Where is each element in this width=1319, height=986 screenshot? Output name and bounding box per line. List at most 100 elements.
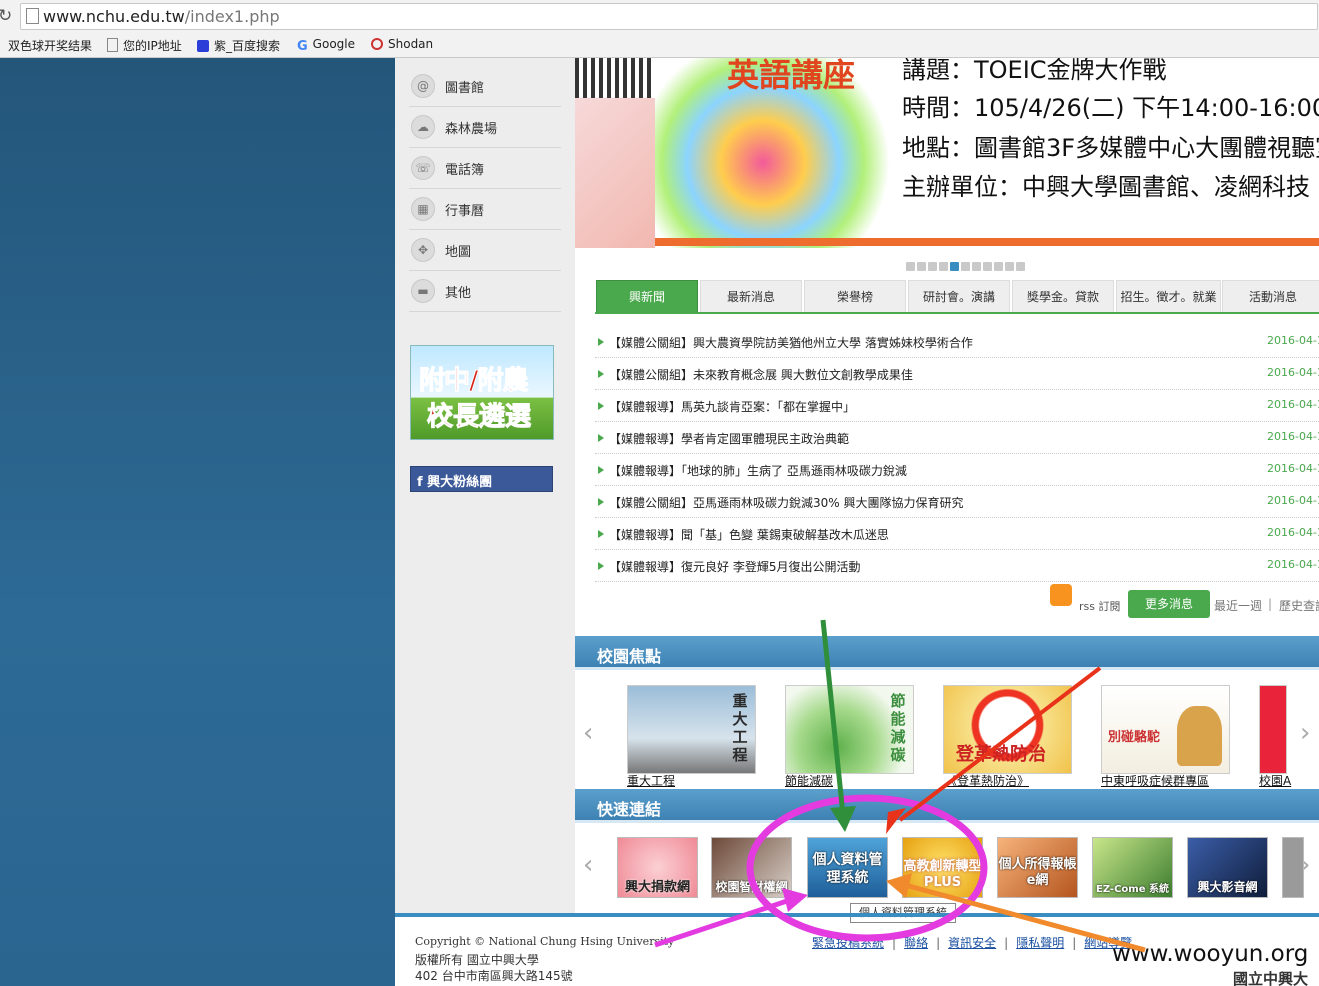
focus-item-partial[interactable] [1259,685,1287,774]
at-icon: @ [411,74,435,98]
quick-link-donation[interactable]: 興大捐款網 [617,837,698,898]
tab-scholarships[interactable]: 獎學金。貸款 [1012,280,1114,314]
tab-honors[interactable]: 榮譽榜 [804,280,906,314]
quick-link-ip[interactable]: 校園智財權網 [711,837,792,898]
sidebar-item-forest[interactable]: ☁ 森林農場 [409,107,561,148]
news-item[interactable]: 【媒體公關組】未來教育概念展 興大數位文創教學成果佳 2016-04-1 [595,358,1319,390]
footer-address: 402 台中市南區興大路145號 [415,969,573,983]
focus-item-mers[interactable]: 別碰駱駝 [1101,685,1230,774]
focus-item-construction[interactable]: 重大工程 [627,685,756,774]
camel-image [1177,706,1222,766]
carousel-dot[interactable] [917,262,926,271]
chevron-left-icon[interactable]: ‹ [583,850,593,880]
sidebar-item-label: 圖書館 [445,81,485,96]
focus-caption[interactable]: 中東呼吸症候群專區 [1101,772,1209,789]
chevron-right-icon[interactable]: › [1300,718,1310,748]
news-item[interactable]: 【媒體報導】復元良好 李登輝5月復出公開活動 2016-04-1 [595,550,1319,582]
carousel-dot[interactable] [928,262,937,271]
focus-caption[interactable]: 校園A [1259,772,1291,789]
footer-copyright: Copyright © National Chung Hsing Univers… [415,935,675,948]
tab-seminars[interactable]: 研討會。演講 [908,280,1010,314]
bullet-icon [598,338,604,346]
footer-link[interactable]: 資訊安全 [948,936,996,950]
chevron-left-icon[interactable]: ‹ [583,718,593,748]
reload-icon[interactable]: ↻ [0,6,12,26]
bookmark-item[interactable]: 您的IP地址 [107,37,182,54]
news-item[interactable]: 【媒體報導】「地球的肺」生病了 亞馬遜雨林吸碳力銳減 2016-04-1 [595,454,1319,486]
news-item[interactable]: 【媒體公關組】亞馬遜雨林吸碳力銳減30% 興大團隊協力保育研究 2016-04-1 [595,486,1319,518]
bookmark-item[interactable]: 双色球开奖结果 [8,37,92,54]
quick-link-partial[interactable] [1282,837,1304,898]
page-icon [107,38,118,52]
rss-icon[interactable] [1050,584,1072,606]
recent-week-link[interactable]: 最近一週 [1214,597,1262,614]
news-item[interactable]: 【媒體公關組】興大農資學院訪美猶他州立大學 落實姊妹校學術合作 2016-04-1 [595,326,1319,358]
more-news-button[interactable]: 更多消息 [1128,590,1210,618]
quick-link-ezcome[interactable]: EZ-Come 系統 [1092,837,1173,898]
focus-caption[interactable]: 節能減碳 [785,772,833,789]
quick-link-plus[interactable]: 高教創新轉型PLUS [902,837,983,898]
page-background [0,58,395,986]
sidebar-item-label: 地圖 [445,245,472,260]
bookmark-item[interactable]: Shodan [371,37,433,51]
banner-decoration [575,98,655,248]
banner-time: 時間：105/4/26(二) 下午14:00-16:00 [902,94,1319,122]
carousel-dot[interactable] [950,262,959,271]
history-link[interactable]: 歷史查詢 [1279,597,1319,614]
quick-link-personal-data[interactable]: 個人資料管理系統 [807,837,888,898]
carousel-dot[interactable] [906,262,915,271]
carousel-dot[interactable] [972,262,981,271]
carousel-dot[interactable] [1005,262,1014,271]
quick-link-video[interactable]: 興大影音網 [1187,837,1268,898]
sidebar-item-other[interactable]: ▬ 其他 [409,271,561,312]
banner-line-1: 附中/附農 [419,366,529,397]
news-list: 【媒體公關組】興大農資學院訪美猶他州立大學 落實姊妹校學術合作 2016-04-1… [595,326,1319,582]
address-bar: ↻ www.nchu.edu.tw/index1.php [0,0,1319,33]
focus-item-energy[interactable]: 節能減碳 [785,685,914,774]
bookmark-item[interactable]: G Google [297,37,355,54]
separator: | [1268,597,1273,611]
sidebar-item-phonebook[interactable]: ☏ 電話簿 [409,148,561,189]
sidebar-item-label: 森林農場 [445,122,498,137]
page-content: @ 圖書館 ☁ 森林農場 ☏ 電話簿 ▦ 行事曆 ✥ 地圖 ▬ 其他 附中/附農 校長遴選 … [395,58,1319,986]
move-icon: ✥ [411,238,435,262]
facebook-fans-button[interactable]: f 興大粉絲團 [410,466,553,492]
tab-events[interactable]: 活動消息 [1222,280,1319,314]
focus-caption[interactable]: 重大工程 [627,772,675,789]
bullet-icon [598,466,604,474]
news-item[interactable]: 【媒體報導】學者肯定國軍體現民主政治典範 2016-04-1 [595,422,1319,454]
tab-admissions[interactable]: 招生。徵才。就業 [1116,280,1221,314]
carousel-dot[interactable] [994,262,1003,271]
news-item[interactable]: 【媒體報導】馬英九談肯亞案：「都在掌握中」 2016-04-1 [595,390,1319,422]
url-host: www.nchu.edu.tw [43,7,185,26]
shodan-icon [371,38,383,50]
footer-divider [395,913,1319,917]
carousel-dot[interactable] [961,262,970,271]
tab-nchu-news[interactable]: 興新聞 [596,280,698,314]
banner-topic: 講題：TOEIC金牌大作戰 [902,58,1167,84]
carousel-dot[interactable] [939,262,948,271]
quick-link-tax[interactable]: 個人所得報帳e網 [997,837,1078,898]
footer-link[interactable]: 隱私聲明 [1016,936,1064,950]
footer-link[interactable]: 聯絡 [904,936,928,950]
principal-election-banner[interactable]: 附中/附農 校長遴選 [410,345,554,440]
footer-link[interactable]: 緊急投稿系統 [812,936,884,950]
page-icon [26,8,39,24]
url-field[interactable]: www.nchu.edu.tw/index1.php [20,3,1318,30]
hero-banner[interactable]: 英語講座 講題：TOEIC金牌大作戰 時間：105/4/26(二) 下午14:0… [575,58,1319,248]
carousel-dot[interactable] [983,262,992,271]
calendar-icon: ▦ [411,197,435,221]
sidebar-item-library[interactable]: @ 圖書館 [409,66,561,107]
focus-item-dengue[interactable]: 登革熱防治 [943,685,1072,774]
sidebar-item-map[interactable]: ✥ 地圖 [409,230,561,271]
sidebar-item-calendar[interactable]: ▦ 行事曆 [409,189,561,230]
tab-latest-news[interactable]: 最新消息 [700,280,802,314]
focus-caption[interactable]: 《登革熱防治》 [945,772,1029,789]
news-item[interactable]: 【媒體報導】聞「基」色變 葉錫東破解基改木瓜迷思 2016-04-1 [595,518,1319,550]
rss-label[interactable]: rss 訂閱 [1079,598,1120,614]
banner-stripe [655,238,1319,246]
carousel-dots[interactable] [906,256,1027,271]
carousel-dot[interactable] [1016,262,1025,271]
bullet-icon [598,370,604,378]
bookmark-item[interactable]: 紫_百度搜索 [197,37,280,54]
